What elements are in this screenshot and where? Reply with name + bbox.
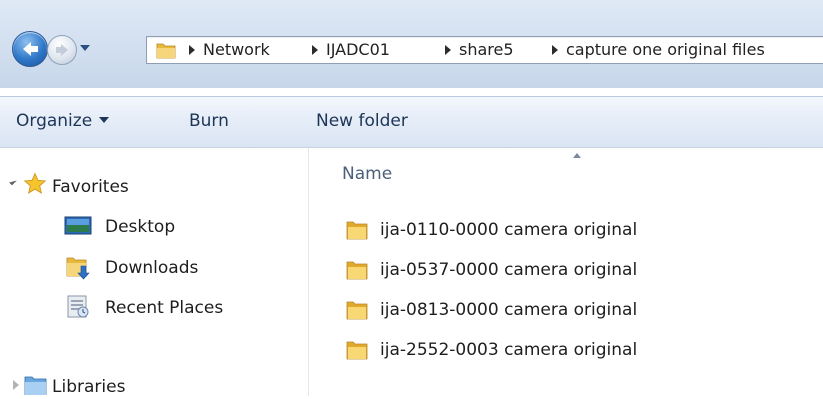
file-list: Name ija-0110-0000 camera original ija-0…: [309, 148, 823, 396]
title-bar: Network IJADC01 share5 capture one origi…: [0, 0, 823, 88]
expand-libraries-icon[interactable]: [13, 380, 19, 390]
breadcrumb-separator-icon[interactable]: [552, 45, 558, 55]
file-row[interactable]: ija-0537-0000 camera original: [345, 255, 815, 285]
expand-favorites-icon[interactable]: [9, 177, 17, 186]
file-row[interactable]: ija-0813-0000 camera original: [345, 295, 815, 325]
folder-icon: [346, 301, 368, 320]
file-name: ija-2552-0003 camera original: [380, 340, 638, 360]
organize-button[interactable]: Organize: [16, 109, 110, 133]
column-header-name[interactable]: Name: [342, 162, 392, 186]
command-toolbar: Organize Burn New folder: [0, 96, 823, 148]
burn-button[interactable]: Burn: [189, 109, 229, 133]
forward-button[interactable]: [47, 35, 77, 65]
breadcrumb-separator-icon[interactable]: [312, 45, 318, 55]
nav-favorites[interactable]: Favorites: [52, 175, 129, 199]
file-row[interactable]: ija-0110-0000 camera original: [345, 215, 815, 245]
file-row[interactable]: ija-2552-0003 camera original: [345, 335, 815, 365]
breadcrumb-network[interactable]: Network: [203, 39, 270, 61]
recent-pages-dropdown-icon[interactable]: [79, 42, 91, 54]
recent-places-icon: [67, 295, 89, 318]
folder-icon: [346, 261, 368, 280]
back-arrow-icon: [23, 42, 38, 56]
star-icon: [23, 172, 47, 194]
breadcrumb-share5[interactable]: share5: [459, 39, 514, 61]
forward-arrow-icon: [56, 44, 68, 56]
new-folder-button[interactable]: New folder: [316, 109, 408, 133]
breadcrumb-separator-icon[interactable]: [189, 45, 195, 55]
nav-item-recent-places[interactable]: Recent Places: [105, 296, 223, 320]
address-bar[interactable]: Network IJADC01 share5 capture one origi…: [146, 36, 823, 64]
sort-ascending-icon: [573, 153, 581, 158]
nav-libraries[interactable]: Libraries: [52, 375, 125, 399]
nav-item-desktop[interactable]: Desktop: [105, 215, 175, 239]
file-name: ija-0110-0000 camera original: [380, 220, 638, 240]
folder-icon: [346, 341, 368, 360]
back-button[interactable]: [12, 31, 48, 67]
folder-icon: [346, 221, 368, 240]
desktop-icon: [64, 216, 92, 235]
file-name: ija-0813-0000 camera original: [380, 300, 638, 320]
downloads-icon: [66, 257, 90, 280]
file-name: ija-0537-0000 camera original: [380, 260, 638, 280]
nav-item-downloads[interactable]: Downloads: [105, 256, 198, 280]
organize-label: Organize: [16, 111, 93, 131]
chevron-down-icon: [99, 117, 110, 123]
breadcrumb-ijadc01[interactable]: IJADC01: [326, 39, 390, 61]
libraries-icon: [24, 376, 47, 395]
breadcrumb-separator-icon[interactable]: [445, 45, 451, 55]
folder-icon: [156, 43, 176, 59]
breadcrumb-current-folder[interactable]: capture one original files: [566, 39, 765, 61]
navigation-pane: Favorites Desktop Downloads Recent Place…: [0, 148, 309, 399]
